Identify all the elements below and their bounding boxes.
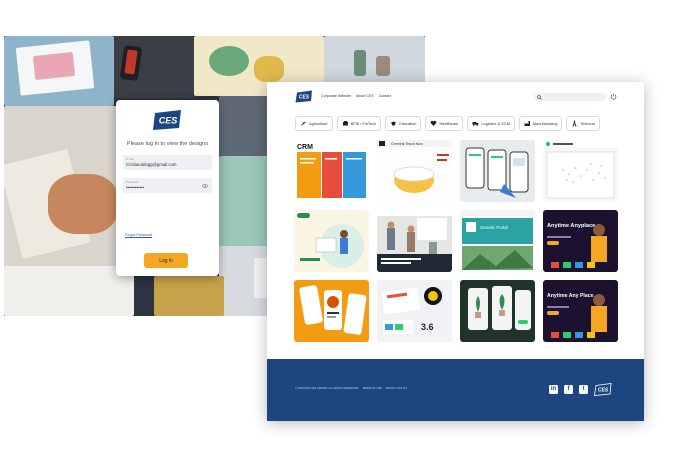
thumbnail-crm[interactable]: CRM xyxy=(294,140,369,202)
search-input[interactable] xyxy=(534,93,606,101)
password-label: Password xyxy=(126,179,139,184)
category-label: Telecom xyxy=(580,121,595,126)
factory-icon xyxy=(524,121,530,126)
thumbnail-data-dashboard[interactable] xyxy=(543,140,618,202)
thumbnail-image xyxy=(460,140,535,202)
nav-corporate-website[interactable]: Corporate Website xyxy=(321,94,351,98)
thumbnail-healthcare-web[interactable] xyxy=(294,210,369,272)
thumbnail-image: Anytime Anyplace xyxy=(543,210,618,272)
tower-icon xyxy=(572,120,577,127)
nav-about-ces[interactable]: About CES xyxy=(356,94,374,98)
category-label: BFSI / FinTech xyxy=(350,121,377,126)
svg-text:Cerebral Teach Now: Cerebral Teach Now xyxy=(391,142,423,146)
promo-composite: CES Please log in to view the designs E-… xyxy=(0,0,679,455)
email-value: Cristiandebgg@gmail.com xyxy=(126,161,177,167)
search-icon xyxy=(537,94,542,100)
top-navigation: CES Corporate Website About CES Contact xyxy=(267,82,644,112)
thumbnail-36-design[interactable]: 3.6 xyxy=(377,280,452,342)
ces-logo-icon: CES xyxy=(153,110,181,130)
linkedin-icon[interactable]: in xyxy=(549,385,558,394)
site-footer: © 2022-2023 CES LIMITED. ALL RIGHTS RESE… xyxy=(267,359,644,421)
nav-contact[interactable]: Contact xyxy=(379,94,391,98)
email-field[interactable]: E-mail Cristiandebgg@gmail.com xyxy=(123,155,212,170)
thumbnail-image: Anytime Any Place xyxy=(543,280,618,342)
thumbnail-image xyxy=(294,210,369,272)
twitter-icon[interactable]: t xyxy=(579,385,588,394)
truck-icon xyxy=(472,122,479,126)
footer-legal: © 2022-2023 CES LIMITED. ALL RIGHTS RESE… xyxy=(295,387,407,390)
category-manufacturing[interactable]: Manufacturing xyxy=(518,116,563,131)
thumbnail-image xyxy=(460,280,535,342)
agriculture-icon xyxy=(301,121,306,126)
thumbnail-plant-shop[interactable] xyxy=(460,280,535,342)
svg-text:CES: CES xyxy=(598,388,609,394)
thumbnail-food-app[interactable] xyxy=(294,280,369,342)
show-password-icon[interactable] xyxy=(202,184,208,188)
login-prompt: Please log in to view the designs xyxy=(126,141,209,147)
svg-text:CRM: CRM xyxy=(297,144,313,151)
category-label: Education xyxy=(399,121,417,126)
thumbnail-telecom-dark-2[interactable]: Anytime Any Place xyxy=(543,280,618,342)
login-button[interactable]: Log in xyxy=(144,253,188,268)
thumbnail-image xyxy=(543,140,618,202)
fintech-icon xyxy=(342,121,348,126)
category-education[interactable]: Education xyxy=(385,116,422,131)
svg-text:3.6: 3.6 xyxy=(421,322,434,332)
category-logistics[interactable]: Logistics & SCM xyxy=(467,116,515,131)
category-label: Logistics & SCM xyxy=(481,121,510,126)
category-label: Agriculture xyxy=(309,121,328,126)
thumbnail-telecom-dark[interactable]: Anytime Anyplace xyxy=(543,210,618,272)
svg-text:Anytime Any Place: Anytime Any Place xyxy=(547,293,594,299)
svg-text:CES: CES xyxy=(299,95,310,101)
thumbnail-image: CRM xyxy=(294,140,369,202)
nav-links: Corporate Website About CES Contact xyxy=(321,94,391,98)
power-icon[interactable] xyxy=(610,93,617,100)
password-field[interactable]: Password •••••••••••• xyxy=(123,178,212,193)
email-label: E-mail xyxy=(126,156,134,161)
svg-text:CES: CES xyxy=(159,116,178,126)
category-filters: Agriculture BFSI / FinTech Education Hea… xyxy=(295,116,600,131)
category-label: Healthcare xyxy=(439,121,459,126)
thumbnail-office-team[interactable] xyxy=(377,210,452,272)
social-links: in f t CES xyxy=(549,383,612,396)
graduation-cap-icon xyxy=(390,121,397,126)
ces-logo-icon[interactable]: CES xyxy=(295,90,313,103)
thumbnail-image xyxy=(377,210,452,272)
category-healthcare[interactable]: Healthcare xyxy=(425,116,464,131)
facebook-icon[interactable]: f xyxy=(564,385,573,394)
thumbnail-image: Cerebral Teach Now xyxy=(377,140,452,202)
thumbnail-image: Genetic Portal xyxy=(460,210,535,272)
svg-text:Anytime Anyplace: Anytime Anyplace xyxy=(547,223,595,229)
thumbnail-image xyxy=(294,280,369,342)
heart-icon xyxy=(431,120,437,126)
portfolio-page: CES Corporate Website About CES Contact xyxy=(267,82,644,421)
ces-logo-icon: CES xyxy=(594,383,612,396)
login-panel: CES Please log in to view the designs E-… xyxy=(116,100,219,276)
thumbnail-mobile-screens[interactable] xyxy=(460,140,535,202)
category-fintech[interactable]: BFSI / FinTech xyxy=(336,116,382,131)
copyright-text: © 2022-2023 CES LIMITED. ALL RIGHTS RESE… xyxy=(295,387,359,390)
thumbnail-education-app[interactable]: Cerebral Teach Now xyxy=(377,140,452,202)
password-value: •••••••••••• xyxy=(126,184,145,190)
category-telecom[interactable]: Telecom xyxy=(566,116,600,131)
svg-text:Genetic Portal: Genetic Portal xyxy=(480,225,508,230)
privacy-link[interactable]: PRIVACY POLICY xyxy=(386,387,407,390)
terms-link[interactable]: TERMS OF USE xyxy=(362,387,381,390)
forgot-password-link[interactable]: Forgot Password xyxy=(125,233,152,237)
thumbnail-genetic-portal[interactable]: Genetic Portal xyxy=(460,210,535,272)
category-agriculture[interactable]: Agriculture xyxy=(295,116,333,131)
thumbnail-image: 3.6 xyxy=(377,280,452,342)
category-label: Manufacturing xyxy=(532,121,558,126)
